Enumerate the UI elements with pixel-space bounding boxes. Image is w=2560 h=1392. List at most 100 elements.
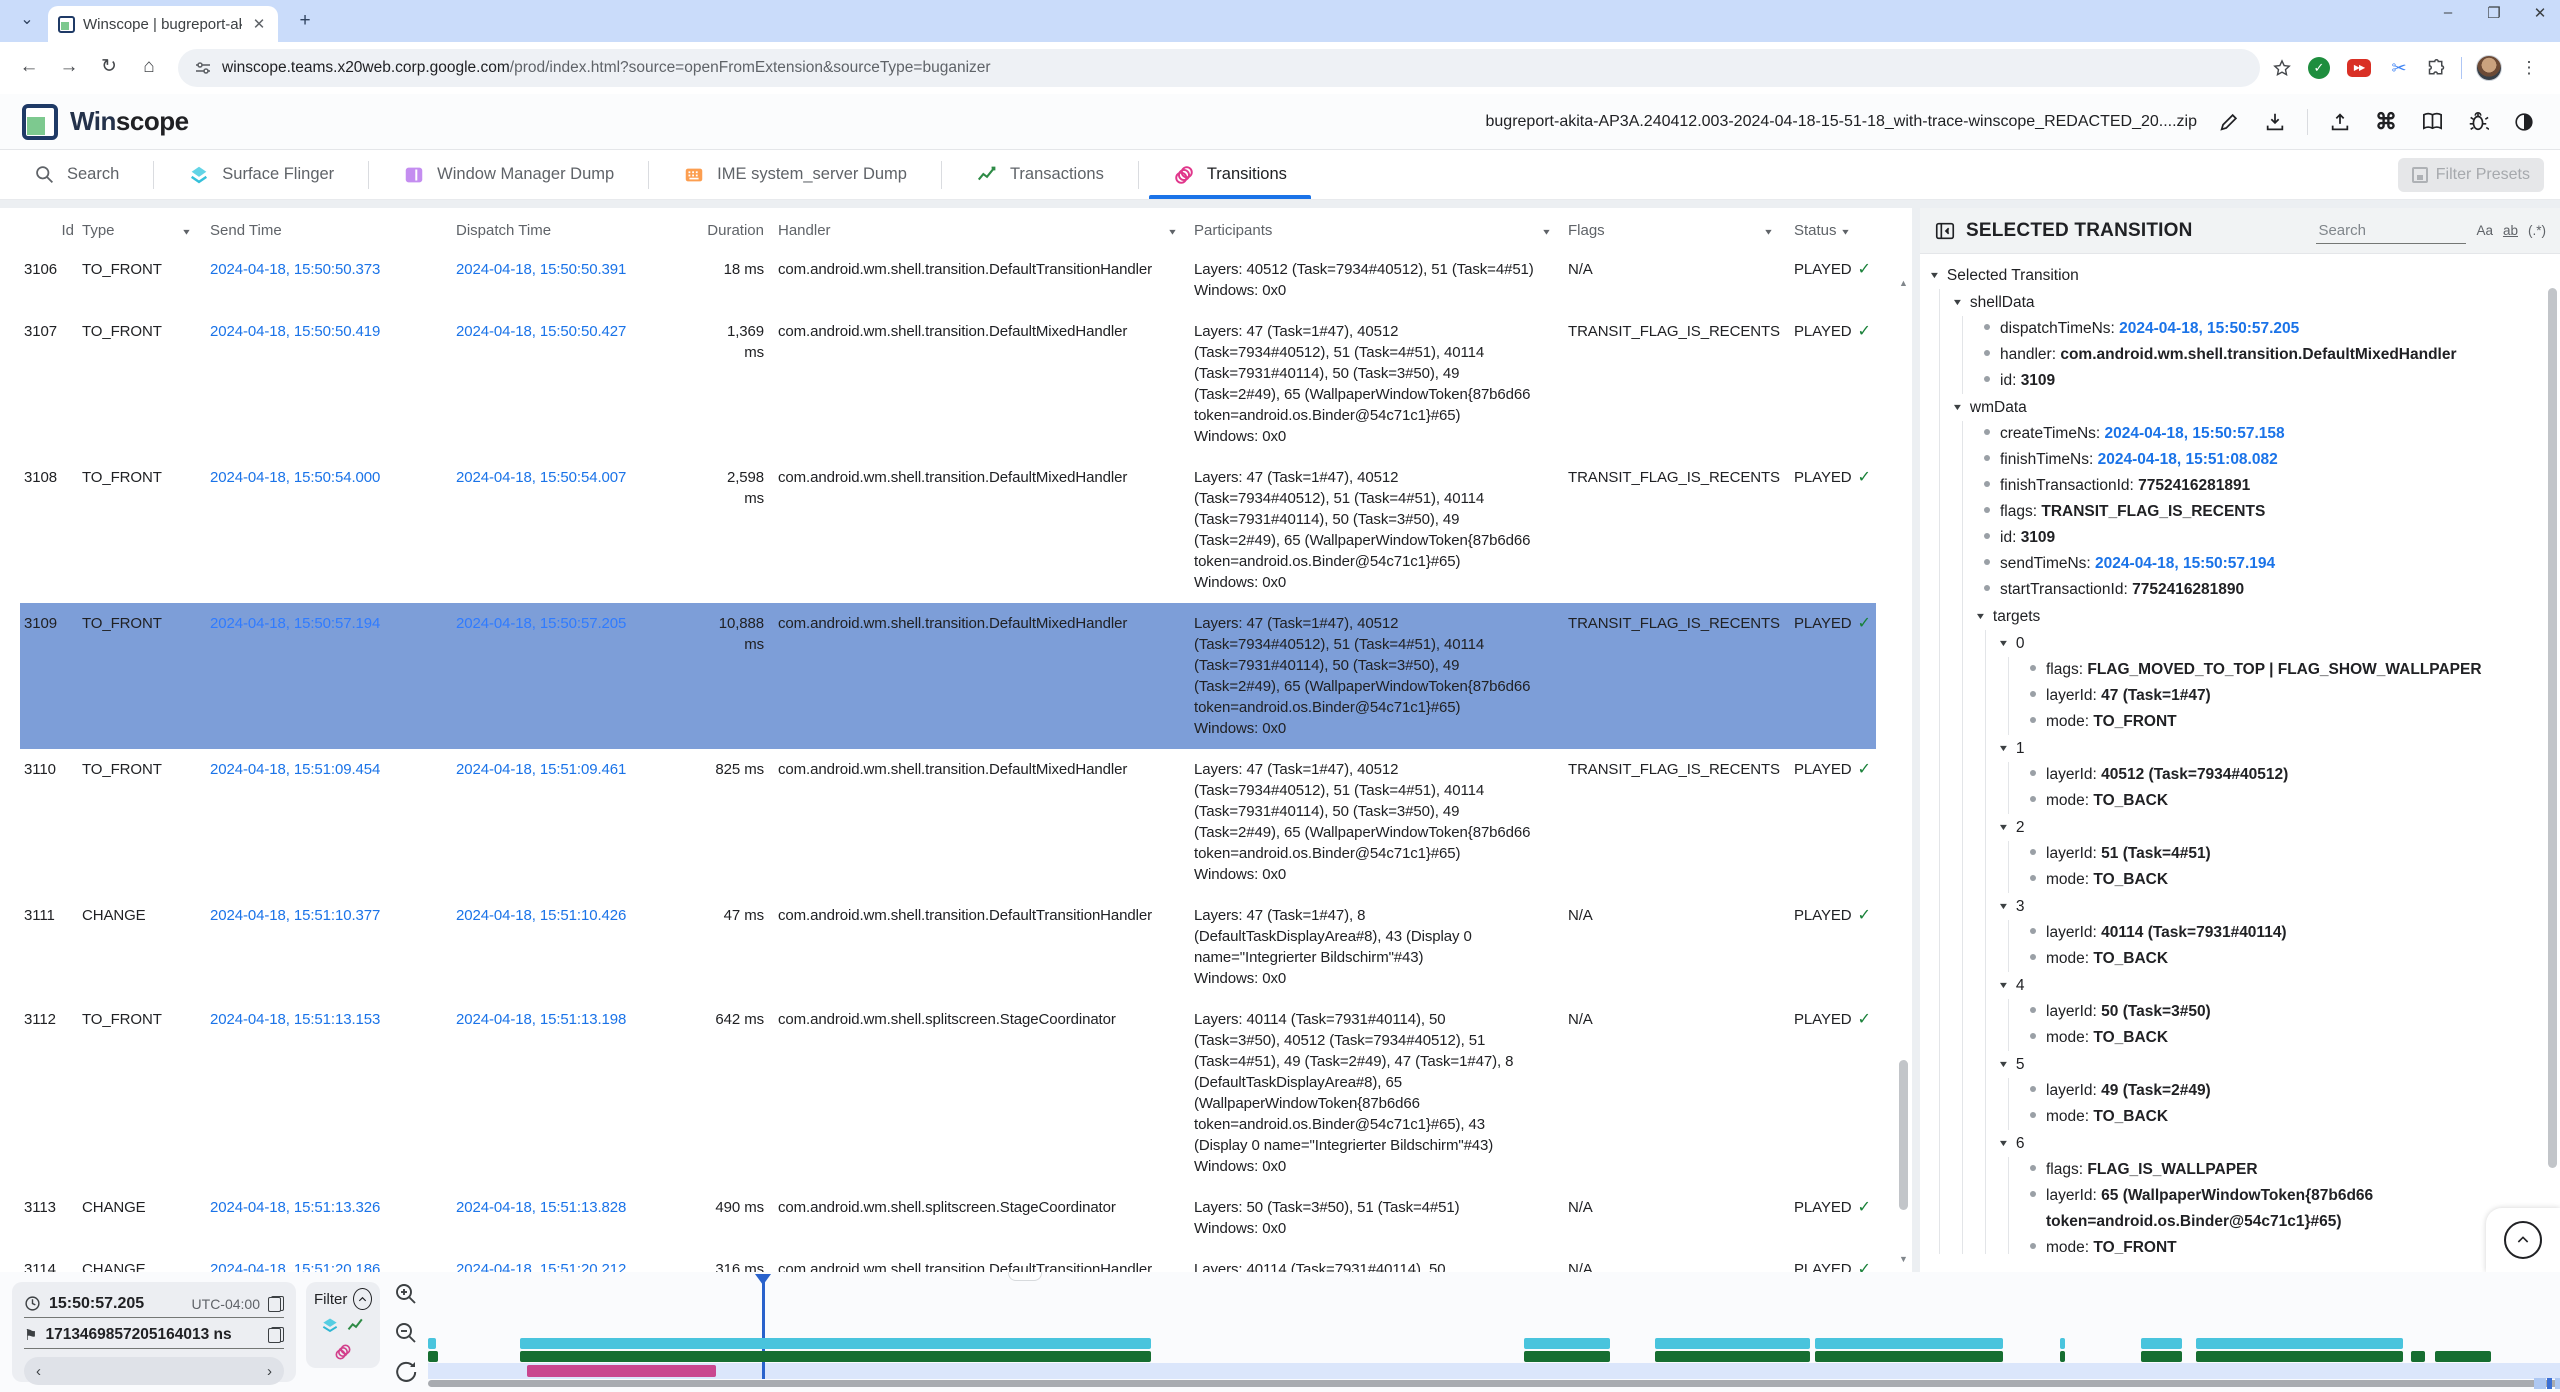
tab-search-icon[interactable]: ⌄	[14, 8, 40, 34]
sf-trace-segment[interactable]	[1524, 1338, 1610, 1349]
tree-node-4[interactable]: ▼4	[1999, 972, 2554, 999]
current-ns-field[interactable]: ⚑ 1713469857205164013 ns	[24, 1321, 284, 1349]
cell-send-time[interactable]: 2024-04-18, 15:51:09.454	[206, 749, 452, 895]
sf-trace-segment[interactable]	[2141, 1338, 2182, 1349]
forward-icon[interactable]: →	[52, 51, 86, 85]
trans-trace-segment[interactable]	[527, 1365, 716, 1377]
transactions-filter-icon[interactable]	[346, 1316, 366, 1336]
cell-send-time[interactable]: 2024-04-18, 15:51:10.377	[206, 895, 452, 999]
col-header-send-time[interactable]: Send Time	[206, 214, 452, 249]
timeline-scrollbar[interactable]	[428, 1380, 2560, 1387]
timeline-range-mark[interactable]	[2555, 1378, 2560, 1389]
zoom-out-icon[interactable]	[394, 1321, 418, 1345]
next-entry-button[interactable]: ›	[267, 1363, 272, 1380]
bug-report-icon[interactable]	[2464, 108, 2492, 136]
cell-send-time[interactable]: 2024-04-18, 15:50:50.419	[206, 311, 452, 457]
browser-menu-icon[interactable]: ⋮	[2516, 55, 2542, 81]
tab-close-icon[interactable]: ✕	[250, 15, 268, 33]
txn-trace-segment[interactable]	[1815, 1351, 2003, 1362]
filter-presets-button[interactable]: Filter Presets	[2398, 158, 2544, 192]
transitions-filter-icon[interactable]	[333, 1342, 353, 1362]
chevron-down-icon[interactable]: ▼	[1998, 893, 2010, 919]
window-close-button[interactable]: ✕	[2530, 4, 2550, 22]
sf-trace-segment[interactable]	[2060, 1338, 2065, 1349]
tree-search-input[interactable]: Search	[2316, 218, 2466, 244]
txn-trace-segment[interactable]	[2141, 1351, 2182, 1362]
tree-node-5[interactable]: ▼5	[1999, 1051, 2554, 1078]
txn-trace-segment[interactable]	[2060, 1351, 2065, 1362]
site-settings-icon[interactable]	[194, 59, 212, 77]
match-case-icon[interactable]: Aa	[2476, 223, 2493, 238]
chevron-down-icon[interactable]: ▼	[1998, 1130, 2010, 1156]
transition-row-3113[interactable]: 3113CHANGE2024-04-18, 15:51:13.3262024-0…	[20, 1187, 1876, 1249]
col-header-duration[interactable]: Duration	[702, 214, 774, 249]
chevron-down-icon[interactable]: ▼	[1998, 735, 2010, 761]
scroll-to-top-button[interactable]	[2504, 1221, 2542, 1259]
col-header-participants[interactable]: Participants	[1190, 214, 1538, 249]
cell-send-time[interactable]: 2024-04-18, 15:51:20.186	[206, 1249, 452, 1272]
prev-entry-button[interactable]: ‹	[36, 1363, 41, 1380]
cell-dispatch-time[interactable]: 2024-04-18, 15:51:20.212	[452, 1249, 702, 1272]
cell-dispatch-time[interactable]: 2024-04-18, 15:51:09.461	[452, 749, 702, 895]
sf-trace-segment[interactable]	[520, 1338, 1151, 1349]
col-header-status[interactable]: Status ▼	[1790, 214, 1876, 249]
scrollbar-thumb[interactable]	[1899, 1060, 1908, 1210]
copy-icon[interactable]	[268, 1296, 284, 1312]
tab-transactions[interactable]: Transactions	[942, 150, 1138, 199]
extension-check-icon[interactable]: ✓	[2308, 57, 2330, 79]
window-restore-button[interactable]: ❐	[2484, 4, 2504, 22]
sf-trace-segment[interactable]	[1815, 1338, 2003, 1349]
col-header-flags[interactable]: Flags	[1564, 214, 1760, 249]
tree-node-6[interactable]: ▼6	[1999, 1130, 2554, 1157]
cell-dispatch-time[interactable]: 2024-04-18, 15:50:54.007	[452, 457, 702, 603]
tree-node-1[interactable]: ▼1	[1999, 735, 2554, 762]
download-icon[interactable]	[2261, 108, 2289, 136]
extension-video-icon[interactable]: ▶▶	[2347, 59, 2371, 77]
chevron-down-icon[interactable]: ▼	[1998, 1051, 2010, 1077]
cell-send-time[interactable]: 2024-04-18, 15:51:13.153	[206, 999, 452, 1187]
timeline-cursor-handle[interactable]	[755, 1274, 771, 1285]
chevron-down-icon[interactable]: ▼	[1998, 814, 2010, 840]
sf-trace-segment[interactable]	[428, 1338, 436, 1349]
collapse-filter-button[interactable]	[353, 1288, 372, 1310]
tree-node-shelldata[interactable]: ▼shellData	[1953, 289, 2554, 316]
shortcuts-icon[interactable]: ⌘	[2372, 108, 2400, 136]
reload-icon[interactable]: ↻	[92, 51, 126, 85]
chevron-down-icon[interactable]: ▼	[1975, 603, 1987, 629]
col-header-type[interactable]: Type	[78, 214, 178, 249]
flags-filter-caret[interactable]: ▼	[1760, 214, 1790, 249]
chevron-down-icon[interactable]: ▼	[1998, 972, 2010, 998]
timeline-range-mark[interactable]	[2534, 1378, 2546, 1389]
tree-node-3[interactable]: ▼3	[1999, 893, 2554, 920]
transition-row-3107[interactable]: 3107TO_FRONT2024-04-18, 15:50:50.4192024…	[20, 311, 1876, 457]
txn-trace-segment[interactable]	[2411, 1351, 2425, 1362]
transition-row-3110[interactable]: 3110TO_FRONT2024-04-18, 15:51:09.4542024…	[20, 749, 1876, 895]
tree-node-2[interactable]: ▼2	[1999, 814, 2554, 841]
current-time-field[interactable]: 15:50:57.205 UTC-04:00	[24, 1290, 284, 1318]
cell-dispatch-time[interactable]: 2024-04-18, 15:50:50.391	[452, 249, 702, 311]
bookmark-star-icon[interactable]	[2272, 58, 2292, 78]
sf-trace-segment[interactable]	[2196, 1338, 2403, 1349]
col-header-handler[interactable]: Handler	[774, 214, 1164, 249]
tab-search[interactable]: Search	[0, 150, 153, 199]
edit-pencil-icon[interactable]	[2215, 108, 2243, 136]
cell-send-time[interactable]: 2024-04-18, 15:51:13.326	[206, 1187, 452, 1249]
txn-trace-segment[interactable]	[2435, 1351, 2491, 1362]
cell-send-time[interactable]: 2024-04-18, 15:50:50.373	[206, 249, 452, 311]
profile-avatar[interactable]	[2476, 55, 2502, 81]
zoom-in-icon[interactable]	[394, 1282, 418, 1306]
txn-trace-segment[interactable]	[1524, 1351, 1610, 1362]
chevron-down-icon[interactable]: ▼	[1929, 262, 1941, 288]
timeline-range-mark[interactable]	[2547, 1378, 2552, 1389]
transition-row-3109[interactable]: 3109TO_FRONT2024-04-18, 15:50:57.1942024…	[20, 603, 1876, 749]
txn-trace-segment[interactable]	[1655, 1351, 1810, 1362]
tab-window-manager-dump[interactable]: Window Manager Dump	[369, 150, 648, 199]
scroll-down-icon[interactable]: ▼	[1897, 1254, 1910, 1268]
back-icon[interactable]: ←	[12, 51, 46, 85]
cell-dispatch-time[interactable]: 2024-04-18, 15:50:57.205	[452, 603, 702, 749]
transition-row-3106[interactable]: 3106TO_FRONT2024-04-18, 15:50:50.3732024…	[20, 249, 1876, 311]
surfaceflinger-filter-icon[interactable]	[320, 1316, 340, 1336]
timeline-cursor[interactable]	[762, 1282, 765, 1379]
tree-node-0[interactable]: ▼0	[1999, 630, 2554, 657]
home-icon[interactable]: ⌂	[132, 51, 166, 85]
